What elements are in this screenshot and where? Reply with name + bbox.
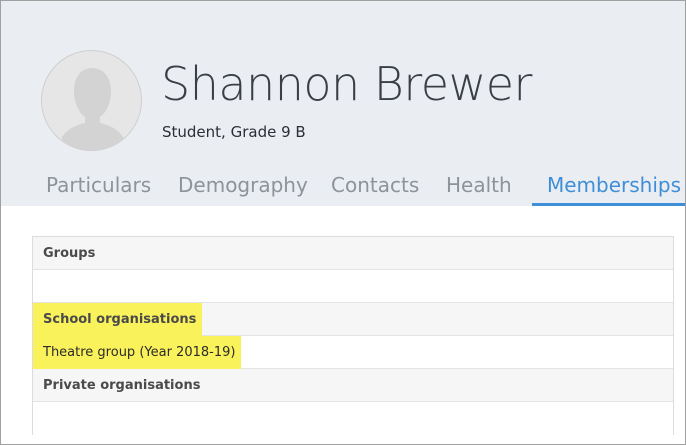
profile-subtitle: Student, Grade 9 B [162,123,306,141]
private-empty-row [33,402,673,435]
profile-name: Shannon Brewer [161,57,532,111]
profile-header: Shannon Brewer Student, Grade 9 B Partic… [1,1,685,206]
profile-window: Shannon Brewer Student, Grade 9 B Partic… [0,0,686,445]
groups-empty-row [33,270,673,303]
tab-memberships[interactable]: Memberships [532,166,685,206]
school-organisations-heading-row: School organisations [33,303,673,336]
tab-demography[interactable]: Demography [178,166,308,206]
avatar [41,50,142,151]
tab-particulars[interactable]: Particulars [46,166,151,206]
groups-heading: Groups [33,237,673,270]
tab-bar: Particulars Demography Contacts Health M… [1,166,685,206]
person-silhouette-icon [62,68,123,150]
private-organisations-heading: Private organisations [33,369,673,402]
school-organisation-item: Theatre group (Year 2018-19) [33,336,242,369]
list-item[interactable]: Theatre group (Year 2018-19) [33,336,673,369]
tab-contacts[interactable]: Contacts [331,166,419,206]
tab-health[interactable]: Health [446,166,512,206]
school-organisations-heading: School organisations [33,303,203,336]
memberships-panel: Groups School organisations Theatre grou… [32,236,674,435]
